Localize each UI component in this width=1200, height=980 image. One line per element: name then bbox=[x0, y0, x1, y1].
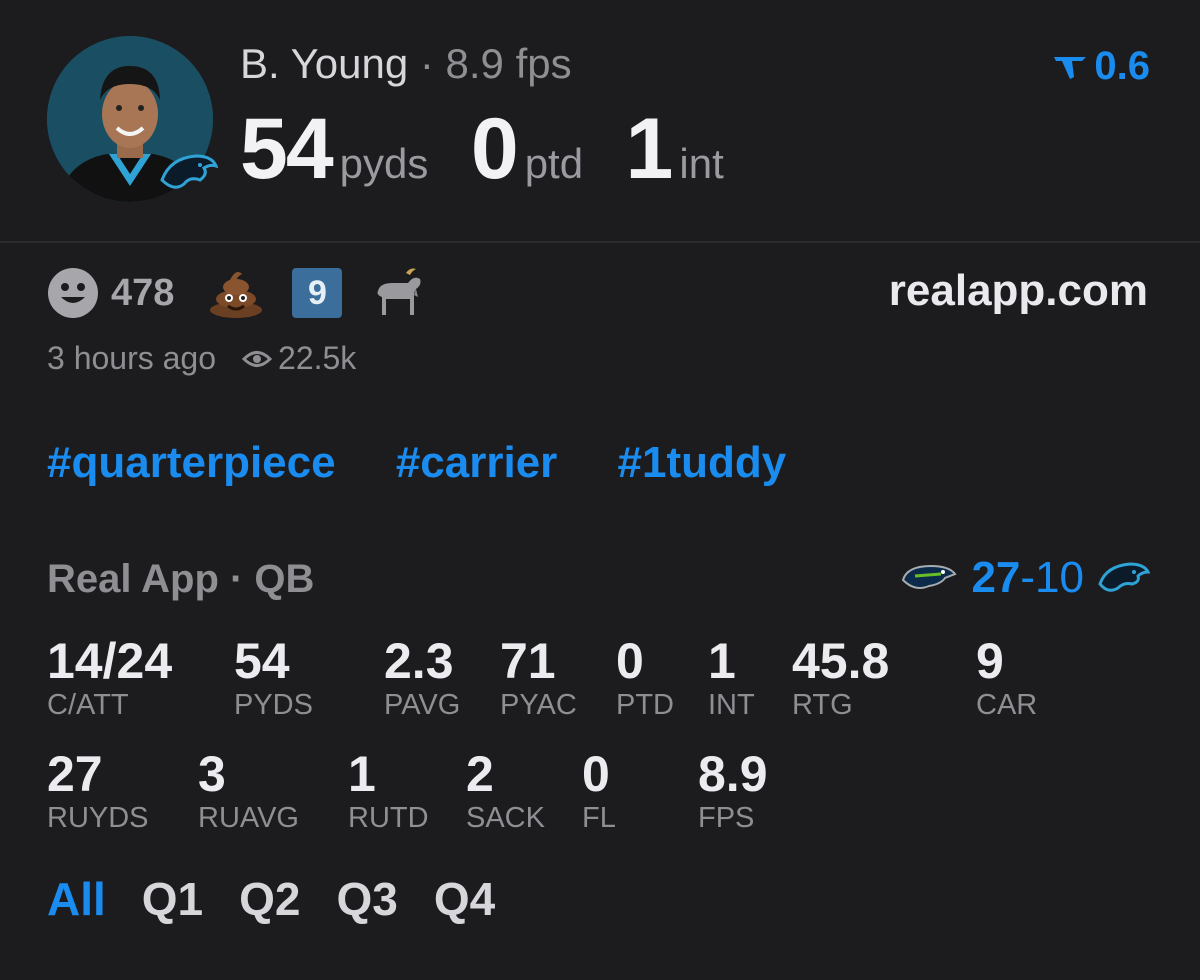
header-divider bbox=[0, 241, 1200, 243]
player-name-line: B. Young · 8.9 fps bbox=[240, 40, 572, 88]
tab-all[interactable]: All bbox=[47, 872, 106, 926]
stat-label: C/ATT bbox=[47, 689, 129, 721]
player-fps: 8.9 fps bbox=[445, 40, 572, 87]
stat-value: 14/24 bbox=[47, 633, 173, 689]
site-link[interactable]: realapp.com bbox=[889, 266, 1148, 316]
game-title: Real App · QB bbox=[47, 557, 315, 601]
reactions-row: 478 9 bbox=[47, 266, 426, 320]
stat-cell: 1 RUTD bbox=[348, 747, 429, 835]
game-score[interactable]: 27-10 bbox=[901, 553, 1150, 603]
stat-value: 8.9 bbox=[698, 746, 768, 802]
smiley-count: 478 bbox=[111, 271, 175, 314]
stat-value: 2 bbox=[466, 746, 494, 802]
headline-pyds-value: 54 bbox=[240, 101, 334, 197]
headline-stats: 54 pyds 0 ptd 1 int bbox=[240, 100, 762, 199]
stat-value: 9 bbox=[976, 633, 1004, 689]
headline-int-value: 1 bbox=[625, 101, 674, 197]
rating-badge[interactable]: 0.6 bbox=[1052, 44, 1150, 89]
tab-q4[interactable]: Q4 bbox=[434, 872, 495, 926]
stat-value: 1 bbox=[708, 633, 736, 689]
stat-cell: 8.9 FPS bbox=[698, 747, 768, 835]
eye-icon bbox=[242, 350, 273, 367]
headline-ptd-unit: ptd bbox=[524, 140, 584, 187]
stat-label: INT bbox=[708, 689, 755, 721]
panthers-logo-icon bbox=[1098, 562, 1150, 592]
stat-label: PAVG bbox=[384, 689, 461, 721]
tab-q3[interactable]: Q3 bbox=[337, 872, 398, 926]
goat-icon[interactable] bbox=[370, 265, 426, 321]
stat-value: 27 bbox=[47, 746, 103, 802]
stat-label: FL bbox=[582, 802, 616, 834]
stat-cell: 2 SACK bbox=[466, 747, 545, 835]
stat-cell: 2.3 PAVG bbox=[384, 634, 460, 722]
headline-int-unit: int bbox=[679, 140, 724, 187]
stat-cell: 0 FL bbox=[582, 747, 616, 835]
stat-value: 71 bbox=[500, 633, 556, 689]
stat-value: 0 bbox=[582, 746, 610, 802]
stat-cell: 3 RUAVG bbox=[198, 747, 299, 835]
time-ago: 3 hours ago bbox=[47, 340, 217, 376]
hashtag[interactable]: #carrier bbox=[396, 438, 557, 487]
panthers-logo-icon bbox=[160, 150, 219, 196]
stat-label: RUAVG bbox=[198, 802, 299, 834]
tab-q2[interactable]: Q2 bbox=[239, 872, 300, 926]
stat-value: 54 bbox=[234, 633, 290, 689]
tab-q1[interactable]: Q1 bbox=[142, 872, 203, 926]
player-name[interactable]: B. Young bbox=[240, 40, 408, 87]
seahawks-logo-icon bbox=[902, 564, 958, 589]
poop-icon[interactable] bbox=[208, 268, 264, 318]
stat-cell: 1 INT bbox=[708, 634, 755, 722]
stat-cell: 54 PYDS bbox=[234, 634, 313, 722]
smiley-icon[interactable] bbox=[47, 267, 99, 319]
real-logo-icon bbox=[1054, 56, 1087, 79]
hashtags: #quarterpiece #carrier #1tuddy bbox=[47, 438, 834, 488]
stat-cell: 27 RUYDS bbox=[47, 747, 149, 835]
stat-cell: 45.8 RTG bbox=[792, 634, 889, 722]
stat-value: 3 bbox=[198, 746, 226, 802]
stat-label: PYAC bbox=[500, 689, 577, 721]
stat-cell: 0 PTD bbox=[616, 634, 674, 722]
view-count: 22.5k bbox=[278, 340, 357, 376]
stat-value: 0 bbox=[616, 633, 644, 689]
stat-label: RUYDS bbox=[47, 802, 149, 834]
stat-cell: 71 PYAC bbox=[500, 634, 577, 722]
hashtag[interactable]: #1tuddy bbox=[618, 438, 787, 487]
hashtag[interactable]: #quarterpiece bbox=[47, 438, 336, 487]
headline-ptd-value: 0 bbox=[470, 101, 519, 197]
away-score: 10 bbox=[1035, 553, 1084, 602]
stat-value: 45.8 bbox=[792, 633, 890, 689]
stat-cell: 14/24 C/ATT bbox=[47, 634, 172, 722]
nine-badge-icon[interactable]: 9 bbox=[292, 268, 343, 318]
stat-label: RUTD bbox=[348, 802, 429, 834]
stat-label: PTD bbox=[616, 689, 674, 721]
name-separator: · bbox=[419, 40, 434, 87]
stat-label: PYDS bbox=[234, 689, 313, 721]
quarter-tabs: All Q1 Q2 Q3 Q4 bbox=[47, 872, 495, 926]
rating-value: 0.6 bbox=[1094, 44, 1150, 88]
stat-value: 2.3 bbox=[384, 633, 454, 689]
stat-cell: 9 CAR bbox=[976, 634, 1037, 722]
score-dash: - bbox=[1020, 553, 1036, 602]
stat-value: 1 bbox=[348, 746, 376, 802]
stat-label: SACK bbox=[466, 802, 545, 834]
stat-label: RTG bbox=[792, 689, 853, 721]
stat-label: CAR bbox=[976, 689, 1038, 721]
stat-label: FPS bbox=[698, 802, 755, 834]
home-score: 27 bbox=[971, 553, 1021, 602]
headline-pyds-unit: pyds bbox=[339, 140, 429, 187]
post-meta: 3 hours ago 22.5k bbox=[47, 340, 356, 377]
